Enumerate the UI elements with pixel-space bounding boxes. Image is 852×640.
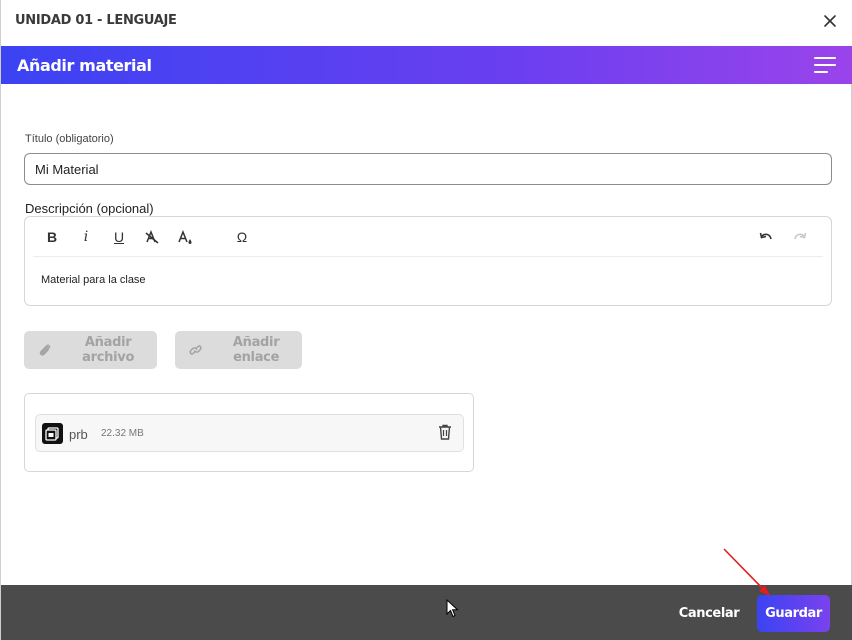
link-icon: [189, 345, 202, 355]
hamburger-menu-icon-line: [814, 64, 836, 66]
italic-button[interactable]: i: [75, 227, 97, 247]
attachments-panel: prb 22.32 MB: [24, 393, 474, 472]
hamburger-menu-icon: [814, 57, 836, 59]
menu-button[interactable]: [814, 56, 836, 74]
trash-icon: [439, 424, 451, 440]
attachment-name: prb: [69, 427, 88, 442]
fill-color-icon: [178, 229, 192, 244]
close-button[interactable]: [821, 12, 839, 30]
section-title: Añadir material: [17, 56, 152, 75]
redo-icon: [794, 232, 807, 240]
redo-button[interactable]: [789, 227, 811, 247]
add-link-label: Añadir enlace: [232, 335, 280, 365]
mouse-cursor-icon: [446, 599, 459, 618]
undo-icon: [759, 232, 772, 240]
attachment-size: 22.32 MB: [101, 428, 144, 439]
add-file-button[interactable]: Añadir archivo: [24, 331, 157, 369]
title-bar: UNIDAD 01 - LENGUAJE: [1, 0, 852, 46]
file-icon: [42, 423, 63, 444]
add-file-label: Añadir archivo: [82, 335, 135, 365]
add-link-button[interactable]: Añadir enlace: [175, 331, 302, 369]
title-field-label: Título (obligatorio): [25, 133, 114, 145]
attachment-item[interactable]: prb 22.32 MB: [35, 414, 464, 452]
window-title: UNIDAD 01 - LENGUAJE: [15, 13, 177, 28]
description-editor[interactable]: B i U Ω Material para la clase: [24, 216, 832, 306]
clear-format-button[interactable]: [141, 227, 163, 247]
undo-button[interactable]: [755, 227, 777, 247]
description-text[interactable]: Material para la clase: [41, 274, 146, 286]
bold-button[interactable]: B: [41, 227, 63, 247]
close-icon: [824, 15, 836, 27]
delete-attachment-button[interactable]: [437, 423, 453, 441]
hamburger-menu-icon-line: [814, 71, 828, 73]
paperclip-icon: [39, 344, 51, 356]
section-header: Añadir material: [1, 46, 852, 84]
description-field-label: Descripción (opcional): [25, 201, 154, 216]
clear-format-icon: [145, 229, 159, 244]
toolbar-divider: [33, 256, 823, 257]
annotation-arrow-icon: [723, 548, 770, 596]
editor-toolbar: B i U Ω: [25, 217, 831, 257]
underline-button[interactable]: U: [108, 227, 130, 247]
title-input[interactable]: [24, 153, 832, 185]
special-character-button[interactable]: Ω: [231, 227, 253, 247]
modal-window: UNIDAD 01 - LENGUAJE Añadir material Tít…: [0, 0, 852, 640]
fill-color-button[interactable]: [174, 227, 196, 247]
